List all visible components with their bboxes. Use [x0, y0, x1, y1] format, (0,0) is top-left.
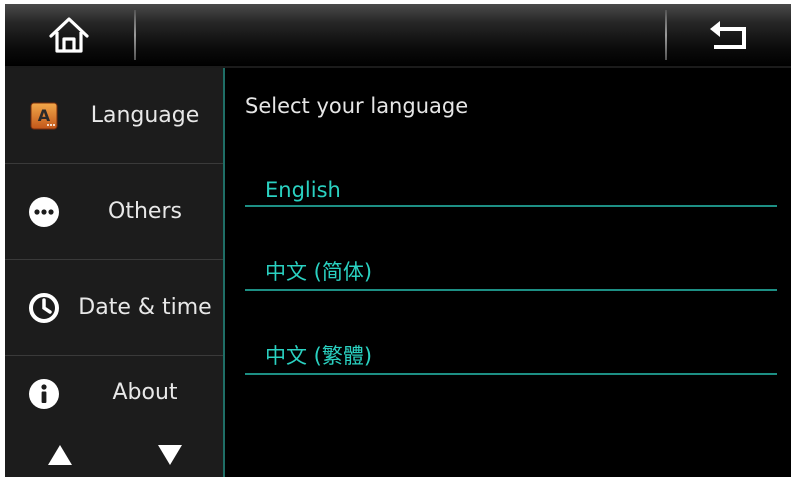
- language-option-simplified-chinese[interactable]: 中文 (简体): [245, 249, 777, 291]
- language-option-traditional-chinese[interactable]: 中文 (繁體): [245, 333, 777, 375]
- screen: A Language Others Date & time About Sele…: [5, 4, 791, 477]
- language-option-label: English: [265, 178, 341, 202]
- language-option-english[interactable]: English: [245, 165, 777, 207]
- sidebar-item-language[interactable]: A Language: [5, 68, 223, 164]
- home-button[interactable]: [5, 4, 133, 66]
- svg-text:A: A: [38, 106, 51, 125]
- back-arrow-icon: [710, 21, 746, 49]
- language-option-label: 中文 (简体): [265, 260, 373, 284]
- sidebar-item-about[interactable]: About: [5, 356, 223, 451]
- sidebar-item-label: Date & time: [78, 295, 212, 320]
- back-button[interactable]: [667, 4, 791, 66]
- sidebar-item-others[interactable]: Others: [5, 164, 223, 260]
- header-divider-left: [134, 10, 136, 60]
- top-bar: [5, 4, 791, 68]
- sidebar-item-label: Others: [108, 199, 182, 224]
- triangle-up-icon[interactable]: [48, 445, 72, 465]
- home-icon: [49, 17, 89, 53]
- language-icon: A: [27, 99, 61, 133]
- triangle-down-icon[interactable]: [158, 445, 182, 465]
- page-title: Select your language: [245, 94, 469, 118]
- sidebar-item-label: Language: [90, 103, 200, 128]
- sidebar-item-date-time[interactable]: Date & time: [5, 260, 223, 356]
- clock-icon: [27, 291, 61, 325]
- language-panel: Select your language English 中文 (简体) 中文 …: [225, 68, 791, 477]
- sidebar: A Language Others Date & time About: [5, 68, 225, 477]
- language-option-label: 中文 (繁體): [265, 344, 373, 368]
- sidebar-item-label: About: [112, 380, 178, 405]
- info-icon: [27, 377, 61, 411]
- more-dots-icon: [27, 195, 61, 229]
- sidebar-scroll-controls: [5, 441, 223, 471]
